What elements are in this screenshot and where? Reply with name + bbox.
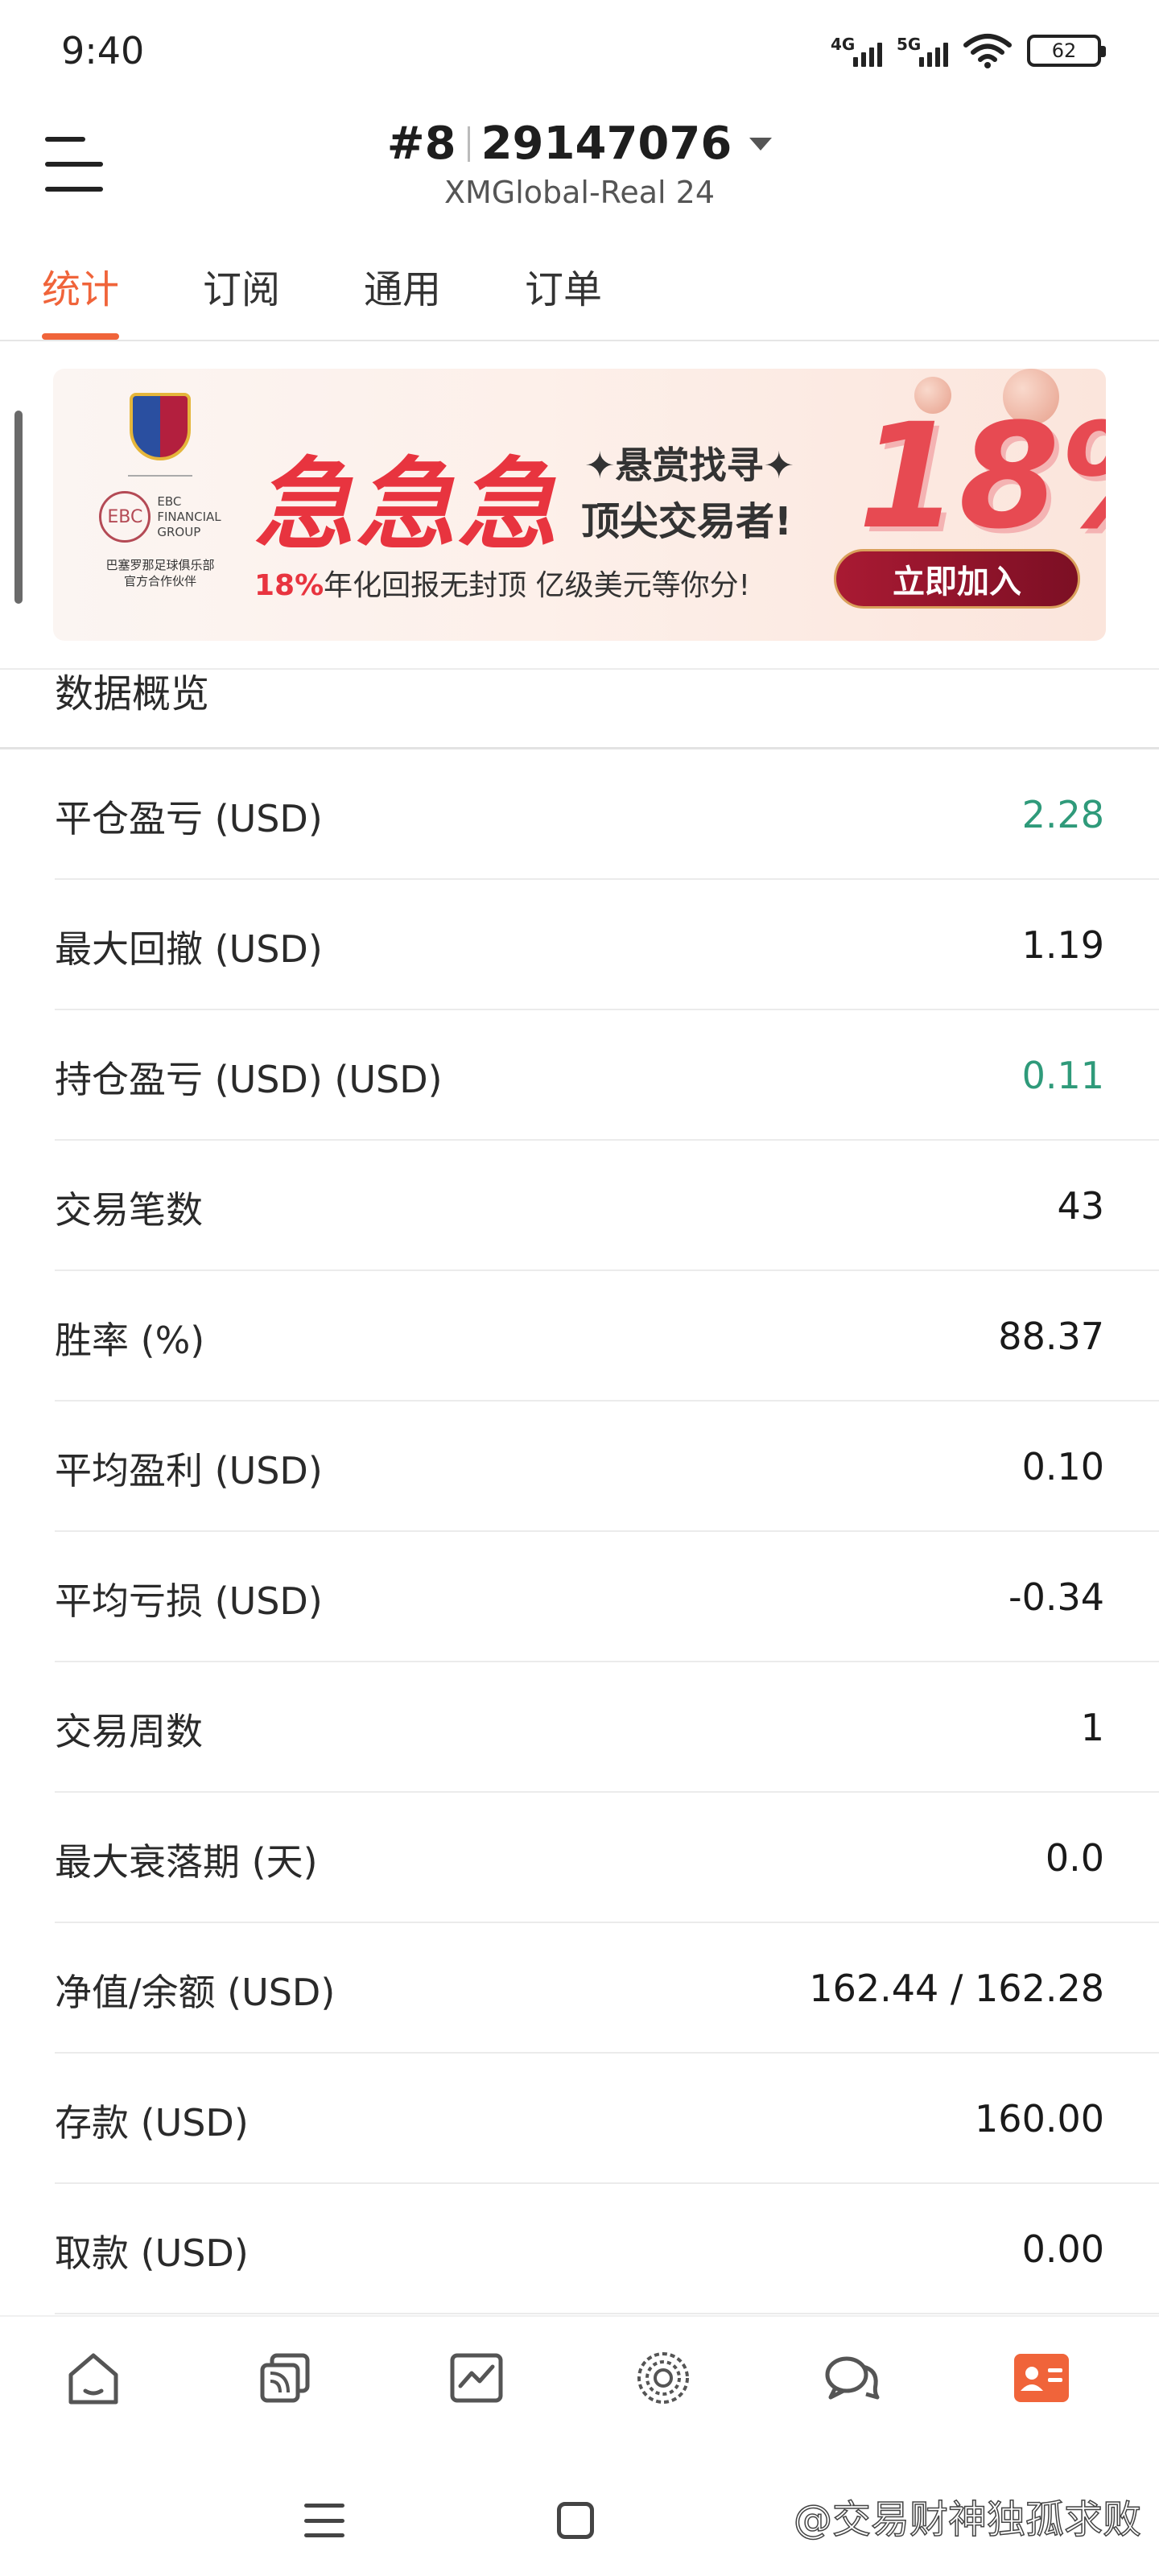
stat-row: 交易笔数 43	[55, 1141, 1159, 1271]
tab-orders[interactable]: 订单	[525, 258, 602, 338]
signal-4g-icon: 4G	[831, 35, 882, 67]
account-number: 29147076	[481, 118, 732, 170]
account-divider	[467, 126, 470, 162]
nav-home[interactable]	[61, 2346, 126, 2410]
stat-value: 0.11	[1021, 1054, 1104, 1097]
stat-label: 存款 (USD)	[55, 2101, 249, 2145]
stat-row: 平仓盈亏 (USD) 2.28	[55, 749, 1159, 880]
stat-label: 胜率 (%)	[55, 1319, 205, 1362]
stat-row: 最大衰落期 (天) 0.0	[55, 1793, 1159, 1923]
stat-row: 平均亏损 (USD) -0.34	[55, 1532, 1159, 1662]
home-icon	[68, 2353, 118, 2405]
stat-value: 0.0	[1045, 1836, 1104, 1880]
stat-value: -0.34	[1008, 1575, 1104, 1619]
stat-row: 交易周数 1	[55, 1662, 1159, 1793]
tab-statistics[interactable]: 统计	[42, 258, 120, 340]
nav-messages[interactable]	[819, 2346, 884, 2410]
discover-icon	[637, 2352, 689, 2404]
chat-icon	[825, 2356, 880, 2400]
chart-icon	[450, 2353, 503, 2403]
banner-percent: 18%	[858, 393, 1106, 561]
recent-apps-icon[interactable]	[304, 2504, 344, 2537]
join-now-button[interactable]: 立即加入	[834, 549, 1080, 609]
battery-level: 62	[1051, 39, 1077, 62]
ebc-line-1: EBC	[157, 493, 182, 509]
stat-value: 88.37	[998, 1315, 1104, 1358]
ebc-logo: EBC EBC FINANCIAL GROUP	[76, 491, 245, 543]
stat-row: 最大回撤 (USD) 1.19	[55, 880, 1159, 1010]
club-crest-icon	[130, 393, 191, 460]
home-button-icon[interactable]	[557, 2502, 594, 2539]
banner-seek-line-1: ✦悬赏找寻✦	[584, 444, 795, 487]
account-selector[interactable]: #8 29147076 XMGlobal-Real 24	[0, 118, 1159, 210]
status-bar: 9:40 4G 5G 62	[0, 0, 1159, 105]
tab-subscribe[interactable]: 订阅	[203, 258, 280, 338]
caret-down-icon[interactable]	[749, 137, 773, 151]
scrollbar[interactable]	[14, 411, 23, 604]
nav-discover[interactable]	[631, 2346, 695, 2410]
stat-row: 净值/余额 (USD) 162.44 / 162.28	[55, 1923, 1159, 2054]
profile-card-icon	[1014, 2354, 1069, 2402]
network-5g-label: 5G	[897, 35, 922, 54]
stat-value: 1	[1080, 1706, 1104, 1749]
stat-value: 0.00	[1021, 2227, 1104, 2271]
stat-value: 0.10	[1021, 1445, 1104, 1488]
logo-divider	[128, 475, 192, 477]
overview-title: 数据概览	[55, 671, 210, 716]
stat-value: 162.44 / 162.28	[809, 1967, 1104, 2010]
bottom-nav	[0, 2315, 1159, 2468]
ebc-logo-icon: EBC	[99, 491, 151, 543]
status-icons: 4G 5G 62	[831, 32, 1106, 69]
stat-value: 43	[1057, 1184, 1104, 1228]
stat-row: 胜率 (%) 88.37	[55, 1271, 1159, 1402]
nav-market[interactable]	[444, 2346, 509, 2410]
banner-subtitle: 18%年化回报无封顶 亿级美元等你分!	[254, 562, 750, 604]
stats-list: 平仓盈亏 (USD) 2.28 最大回撤 (USD) 1.19 持仓盈亏 (USD) (…	[0, 749, 1159, 2314]
stat-row: 持仓盈亏 (USD) (USD) 0.11	[55, 1010, 1159, 1141]
tab-general[interactable]: 通用	[364, 258, 441, 338]
signal-5g-icon: 5G	[897, 35, 948, 67]
system-nav-bar: @交易财神独孤求败	[0, 2468, 1159, 2576]
status-time: 9:40	[61, 29, 145, 72]
watermark: @交易财神独孤求败	[793, 2496, 1142, 2543]
battery-icon: 62	[1027, 35, 1106, 67]
stat-label: 最大衰落期 (天)	[55, 1840, 318, 1884]
stat-row: 存款 (USD) 160.00	[55, 2054, 1159, 2184]
stat-label: 最大回撤 (USD)	[55, 927, 323, 971]
banner-seek-line-2: 顶尖交易者!	[581, 499, 792, 544]
stat-label: 交易笔数	[55, 1188, 203, 1232]
network-4g-label: 4G	[831, 35, 856, 54]
stat-label: 取款 (USD)	[55, 2231, 249, 2275]
ebc-line-2: FINANCIAL	[157, 509, 221, 524]
account-server: XMGlobal-Real 24	[443, 175, 716, 210]
account-prefix: #8	[386, 118, 456, 170]
banner-sub-highlight: 18%	[254, 569, 324, 602]
app-header: #8 29147076 XMGlobal-Real 24	[0, 105, 1159, 225]
partner-line-2: 官方合作伙伴	[123, 574, 196, 588]
promo-banner[interactable]: EBC EBC FINANCIAL GROUP 巴塞罗那足球俱乐部 官方合作伙伴…	[53, 369, 1106, 641]
wifi-icon	[963, 34, 1012, 68]
nav-copy-trade[interactable]	[253, 2346, 317, 2410]
stat-label: 交易周数	[55, 1710, 203, 1753]
stat-value: 2.28	[1021, 793, 1104, 836]
stat-value: 160.00	[975, 2097, 1104, 2140]
partner-logos: EBC EBC FINANCIAL GROUP 巴塞罗那足球俱乐部 官方合作伙伴	[76, 393, 245, 626]
stat-label: 平均亏损 (USD)	[55, 1579, 323, 1623]
stat-label: 平仓盈亏 (USD)	[55, 797, 323, 840]
stat-row: 取款 (USD) 0.00	[55, 2184, 1159, 2314]
copy-signal-icon	[260, 2353, 310, 2403]
banner-sub-text: 年化回报无封顶 亿级美元等你分!	[324, 569, 751, 602]
nav-profile[interactable]	[1009, 2346, 1074, 2410]
stat-label: 持仓盈亏 (USD) (USD)	[55, 1058, 443, 1101]
tab-bar: 统计 订阅 通用 订单	[0, 242, 1159, 341]
partner-line-1: 巴塞罗那足球俱乐部	[105, 558, 215, 572]
stat-value: 1.19	[1021, 923, 1104, 967]
partner-caption: 巴塞罗那足球俱乐部 官方合作伙伴	[76, 557, 245, 589]
stat-row: 平均盈利 (USD) 0.10	[55, 1402, 1159, 1532]
stat-label: 净值/余额 (USD)	[55, 1971, 336, 2014]
stat-label: 平均盈利 (USD)	[55, 1449, 323, 1492]
ebc-logo-text: EBC FINANCIAL GROUP	[157, 494, 221, 540]
ebc-line-3: GROUP	[157, 524, 201, 539]
banner-headline: 急急急	[254, 448, 559, 564]
